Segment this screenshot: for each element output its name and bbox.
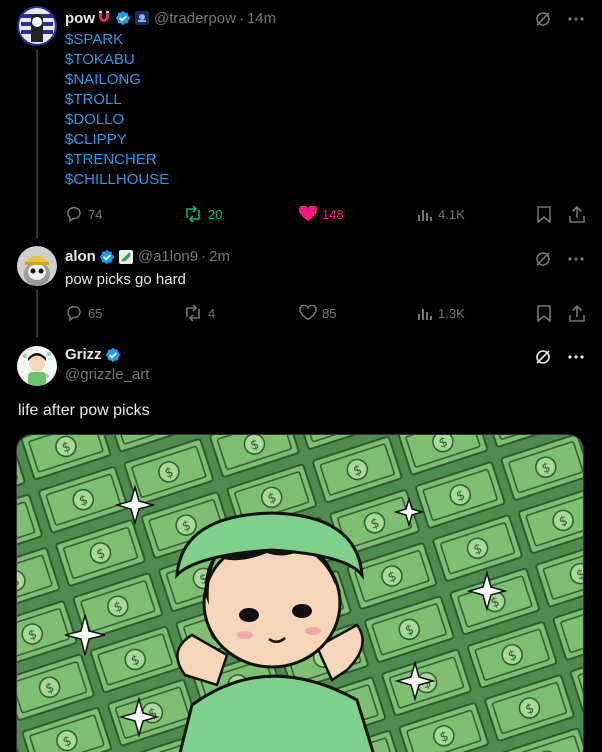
reply-button[interactable]: 65	[65, 304, 183, 322]
separator-dot: ·	[238, 9, 244, 27]
views-button[interactable]: 4.1K	[417, 206, 537, 222]
heart-icon	[299, 305, 317, 321]
like-button[interactable]: 85	[299, 305, 417, 321]
reply-icon	[67, 305, 81, 322]
ticker-link[interactable]: $CHILLHOUSE	[65, 170, 169, 190]
affiliate-badge-icon[interactable]	[118, 249, 133, 264]
retweet-count: 20	[208, 206, 223, 222]
avatar-grizz[interactable]	[17, 346, 57, 386]
more-icon[interactable]	[568, 257, 584, 261]
share-button[interactable]	[569, 205, 585, 223]
verified-badge-icon[interactable]	[105, 347, 121, 363]
post-top-icons	[534, 10, 584, 28]
affiliate-badge-icon[interactable]	[135, 11, 149, 25]
share-button[interactable]	[569, 304, 585, 322]
share-icon	[569, 205, 585, 223]
avatar-alon[interactable]	[17, 246, 57, 286]
reply-button[interactable]: 74	[65, 205, 183, 223]
ticker-link[interactable]: $CLIPPY	[65, 130, 169, 150]
post-top-icons	[534, 348, 584, 366]
thread-line	[36, 50, 38, 238]
display-name[interactable]: pow	[65, 10, 95, 27]
like-count: 148	[322, 206, 344, 222]
timestamp[interactable]: 14m	[247, 10, 276, 27]
reply-icon	[67, 206, 81, 223]
grok-icon[interactable]	[534, 348, 552, 366]
more-icon[interactable]	[568, 17, 584, 21]
views-count: 1.3K	[438, 305, 465, 321]
retweet-count: 4	[208, 305, 216, 321]
bookmark-icon	[537, 205, 551, 223]
like-count: 85	[322, 305, 337, 321]
display-name[interactable]: Grizz	[65, 346, 102, 363]
post-top-icons	[534, 250, 584, 268]
handle[interactable]: @a1lon9	[138, 248, 198, 265]
bookmark-icon	[537, 304, 551, 322]
handle[interactable]: @traderpow	[154, 10, 236, 27]
reply-count: 65	[88, 305, 103, 321]
post-body: life after pow picks	[18, 402, 150, 419]
views-icon	[418, 210, 432, 221]
retweet-icon	[186, 304, 200, 322]
share-icon	[569, 304, 585, 322]
post-header: Grizz	[65, 346, 121, 363]
ticker-link[interactable]: $NAILONG	[65, 70, 169, 90]
retweet-button[interactable]: 20	[183, 205, 299, 223]
bookmark-button[interactable]	[537, 205, 569, 223]
heart-icon	[299, 206, 317, 221]
like-button[interactable]: 148	[299, 206, 417, 222]
post-header: alon @a1lon9 · 2m	[65, 248, 230, 265]
magnet-emoji-icon	[96, 8, 112, 28]
ticker-link[interactable]: $TOKABU	[65, 50, 169, 70]
more-icon[interactable]	[568, 355, 584, 359]
verified-badge-icon[interactable]	[115, 10, 131, 26]
views-button[interactable]: 1.3K	[417, 305, 537, 321]
avatar-pow[interactable]	[17, 6, 57, 46]
grok-icon[interactable]	[534, 250, 552, 268]
retweet-icon	[186, 205, 200, 223]
verified-badge-icon[interactable]	[99, 249, 115, 265]
display-name[interactable]: alon	[65, 248, 96, 265]
bookmark-button[interactable]	[537, 304, 569, 322]
post-text: pow picks go hard	[65, 270, 186, 290]
ticker-link[interactable]: $TRENCHER	[65, 150, 169, 170]
action-bar: 65 4 85 1.3K	[65, 304, 585, 322]
post-image[interactable]: $	[16, 434, 584, 752]
post-body: pow picks go hard	[65, 271, 186, 288]
reply-count: 74	[88, 206, 103, 222]
action-bar: 74 20 148 4.1K	[65, 205, 585, 223]
ticker-link[interactable]: $TROLL	[65, 90, 169, 110]
grok-icon[interactable]	[534, 10, 552, 28]
post-header: pow @traderpow · 14m	[65, 8, 276, 28]
views-icon	[418, 309, 432, 320]
separator-dot: ·	[201, 248, 207, 265]
ticker-link[interactable]: $DOLLO	[65, 110, 169, 130]
handle[interactable]: @grizzle_art	[65, 366, 149, 383]
views-count: 4.1K	[438, 206, 465, 222]
ticker-link[interactable]: $SPARK	[65, 30, 169, 50]
thread-line	[36, 290, 38, 338]
ticker-list: $SPARK $TOKABU $NAILONG $TROLL $DOLLO $C…	[65, 30, 169, 190]
post-subheader: @grizzle_art	[65, 366, 149, 383]
retweet-button[interactable]: 4	[183, 304, 299, 322]
timestamp[interactable]: 2m	[209, 248, 230, 265]
